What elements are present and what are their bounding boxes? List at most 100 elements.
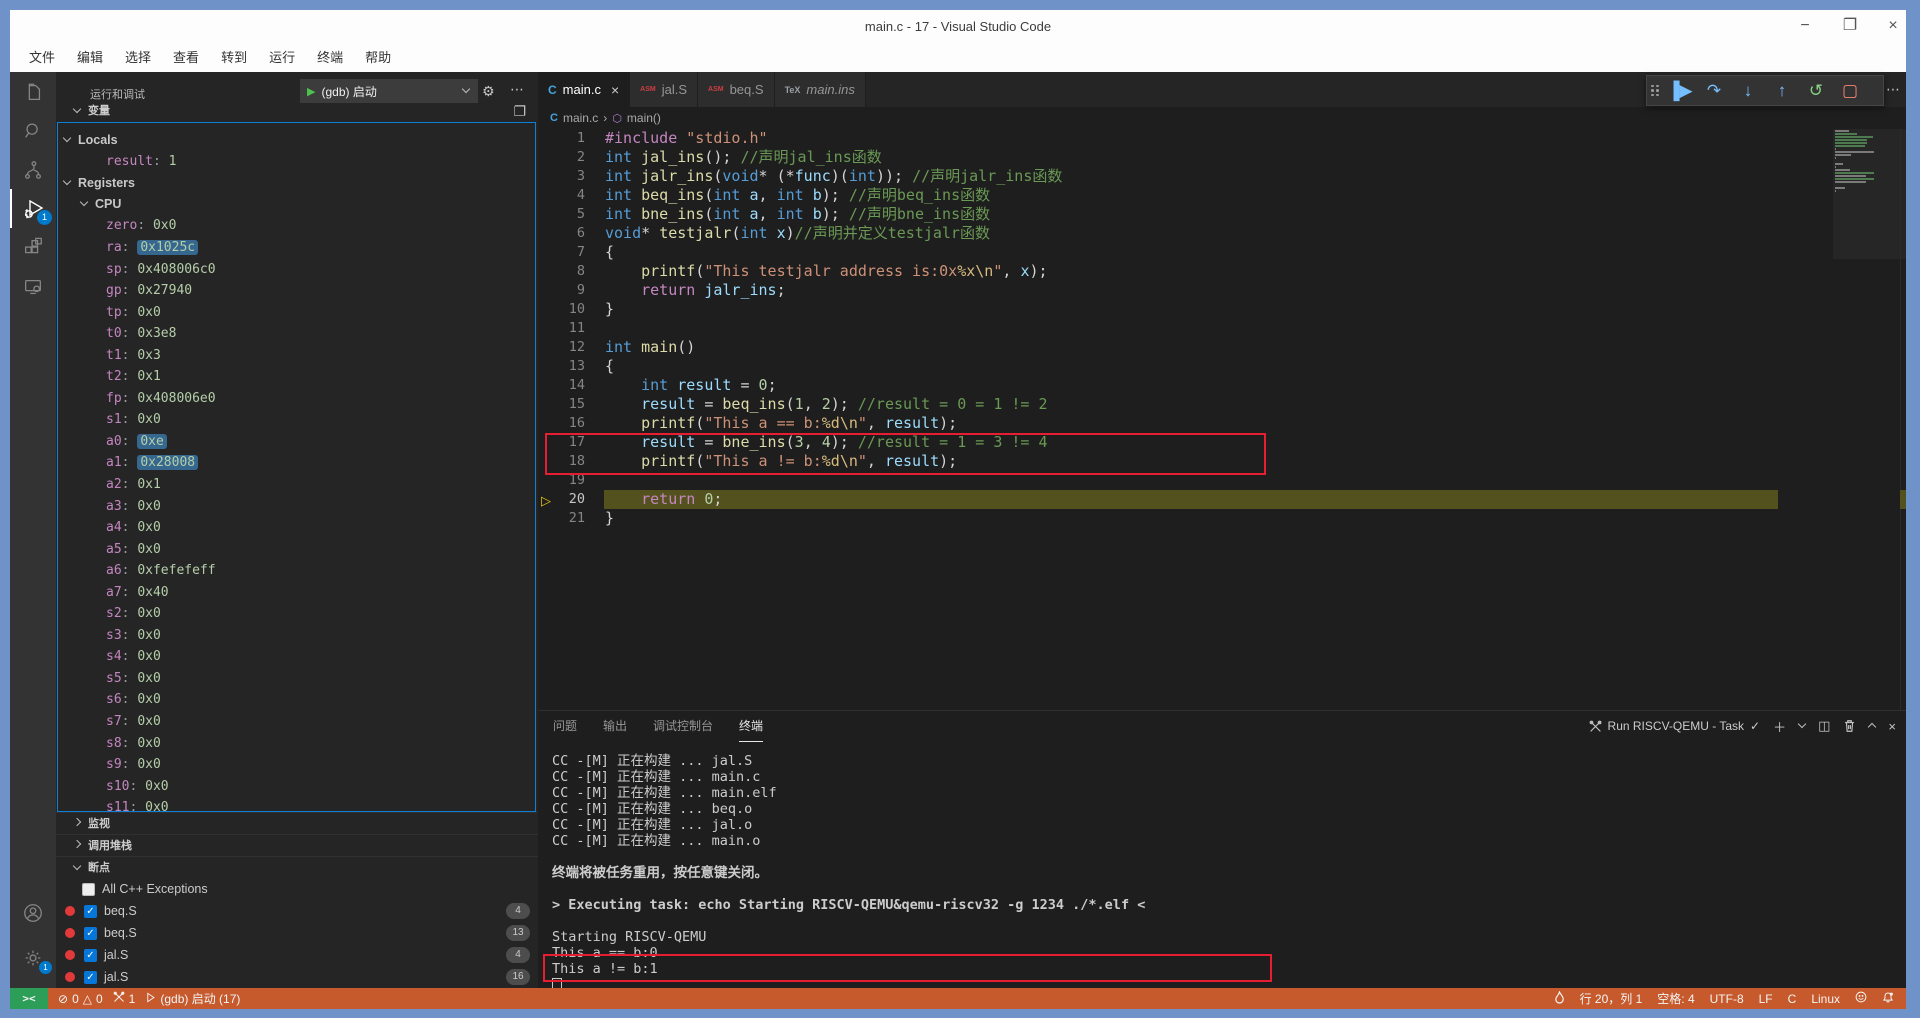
- register-row[interactable]: s10: 0x0: [58, 775, 535, 797]
- menu-item-终端[interactable]: 终端: [306, 44, 354, 72]
- checkbox-checked-icon[interactable]: ✓: [84, 949, 97, 962]
- variables-tree[interactable]: Localsresult: 1RegistersCPUzero: 0x0ra: …: [57, 122, 536, 812]
- register-row[interactable]: s2: 0x0: [58, 603, 535, 625]
- variables-section-header[interactable]: 变量 ❐: [56, 100, 538, 122]
- more-actions-icon[interactable]: ⋯: [510, 81, 524, 98]
- breakpoint-row[interactable]: ✓jal.S4: [56, 944, 538, 966]
- stop-icon[interactable]: ▢: [1835, 78, 1865, 104]
- register-row[interactable]: gp: 0x27940: [58, 280, 535, 302]
- terminal-dropdown-icon[interactable]: [1798, 720, 1806, 728]
- register-row[interactable]: fp: 0x408006e0: [58, 388, 535, 410]
- restore-button[interactable]: ❐: [1833, 10, 1867, 44]
- split-terminal-icon[interactable]: ◫: [1818, 718, 1830, 734]
- source-control-icon[interactable]: [10, 150, 56, 189]
- minimap[interactable]: [1833, 130, 1904, 330]
- register-row[interactable]: tp: 0x0: [58, 301, 535, 323]
- notifications-bell-icon[interactable]: [1882, 991, 1894, 1007]
- indentation-status[interactable]: 空格: 4: [1657, 990, 1694, 1007]
- register-row[interactable]: a5: 0x0: [58, 538, 535, 560]
- kill-terminal-trash-icon[interactable]: [1843, 719, 1856, 733]
- restart-icon[interactable]: ↺: [1801, 78, 1831, 104]
- eol-status[interactable]: LF: [1759, 992, 1773, 1006]
- register-row[interactable]: a6: 0xfefefeff: [58, 560, 535, 582]
- register-row[interactable]: t0: 0x3e8: [58, 323, 535, 345]
- cpu-group[interactable]: CPU: [58, 194, 535, 216]
- checkbox-checked-icon[interactable]: ✓: [84, 927, 97, 940]
- search-icon[interactable]: [10, 111, 56, 150]
- register-row[interactable]: s1: 0x0: [58, 409, 535, 431]
- remote-explorer-icon[interactable]: [10, 267, 56, 306]
- watch-section-header[interactable]: 监视: [56, 812, 538, 834]
- register-row[interactable]: ra: 0x1025c: [58, 237, 535, 259]
- step-out-icon[interactable]: ↑: [1767, 78, 1797, 104]
- local-variable-row[interactable]: result: 1: [58, 151, 535, 173]
- register-row[interactable]: a0: 0xe: [58, 431, 535, 453]
- debug-settings-gear-icon[interactable]: ⚙: [482, 83, 495, 100]
- extensions-icon[interactable]: [10, 228, 56, 267]
- register-row[interactable]: s8: 0x0: [58, 732, 535, 754]
- register-row[interactable]: s6: 0x0: [58, 689, 535, 711]
- maximize-panel-icon[interactable]: [1868, 723, 1876, 731]
- panel-tab-输出[interactable]: 输出: [603, 711, 627, 741]
- language-status[interactable]: C: [1788, 992, 1797, 1006]
- register-row[interactable]: s3: 0x0: [58, 625, 535, 647]
- menu-item-文件[interactable]: 文件: [18, 44, 66, 72]
- tab-beq.S[interactable]: ASMbeq.S: [698, 72, 775, 107]
- register-row[interactable]: s7: 0x0: [58, 711, 535, 733]
- register-row[interactable]: s4: 0x0: [58, 646, 535, 668]
- editor-more-icon[interactable]: ⋯: [1886, 81, 1900, 98]
- problems-status[interactable]: ⊘0 △0: [58, 992, 103, 1006]
- callstack-section-header[interactable]: 调用堆栈: [56, 834, 538, 856]
- menu-item-转到[interactable]: 转到: [210, 44, 258, 72]
- flame-icon[interactable]: [1554, 991, 1565, 1007]
- tab-jal.S[interactable]: ASMjal.S: [630, 72, 698, 107]
- terminal-task-selector[interactable]: Run RISCV-QEMU - Task ✓: [1589, 719, 1761, 733]
- debug-session-status[interactable]: (gdb) 启动 (17): [145, 990, 240, 1007]
- register-row[interactable]: a1: 0x28008: [58, 452, 535, 474]
- tab-main.ins[interactable]: TeXmain.ins: [775, 72, 866, 107]
- panel-tab-调试控制台[interactable]: 调试控制台: [653, 711, 713, 741]
- breakpoints-section-header[interactable]: 断点: [56, 856, 538, 878]
- register-row[interactable]: s5: 0x0: [58, 668, 535, 690]
- register-row[interactable]: a4: 0x0: [58, 517, 535, 539]
- feedback-icon[interactable]: [1855, 991, 1867, 1006]
- register-row[interactable]: a2: 0x1: [58, 474, 535, 496]
- new-terminal-icon[interactable]: ＋: [1773, 717, 1786, 736]
- locals-group[interactable]: Locals: [58, 129, 535, 151]
- register-row[interactable]: s9: 0x0: [58, 754, 535, 776]
- register-row[interactable]: s11: 0x0: [58, 797, 535, 812]
- register-row[interactable]: t1: 0x3: [58, 344, 535, 366]
- explorer-icon[interactable]: [10, 72, 56, 111]
- breakpoint-row[interactable]: ✓beq.S4: [56, 900, 538, 922]
- drag-handle-icon[interactable]: [1651, 85, 1659, 97]
- menu-item-编辑[interactable]: 编辑: [66, 44, 114, 72]
- register-row[interactable]: zero: 0x0: [58, 215, 535, 237]
- checkbox-checked-icon[interactable]: ✓: [84, 971, 97, 984]
- register-row[interactable]: a3: 0x0: [58, 495, 535, 517]
- encoding-status[interactable]: UTF-8: [1710, 992, 1744, 1006]
- minimize-button[interactable]: −: [1788, 10, 1822, 44]
- breakpoint-row[interactable]: ✓beq.S13: [56, 922, 538, 944]
- menu-item-帮助[interactable]: 帮助: [354, 44, 402, 72]
- checkbox-unchecked-icon[interactable]: [82, 883, 95, 896]
- breakpoint-row[interactable]: ✓jal.S16: [56, 966, 538, 988]
- register-row[interactable]: sp: 0x408006c0: [58, 258, 535, 280]
- os-status[interactable]: Linux: [1811, 992, 1840, 1006]
- checkbox-checked-icon[interactable]: ✓: [84, 905, 97, 918]
- running-tasks-status[interactable]: 1: [113, 991, 136, 1006]
- registers-group[interactable]: Registers: [58, 172, 535, 194]
- close-panel-icon[interactable]: ×: [1888, 719, 1896, 734]
- register-row[interactable]: t2: 0x1: [58, 366, 535, 388]
- step-into-icon[interactable]: ↓: [1733, 78, 1763, 104]
- cursor-position-status[interactable]: 行 20，列 1: [1580, 990, 1643, 1007]
- close-tab-icon[interactable]: ×: [611, 82, 619, 98]
- remote-indicator[interactable]: ><: [10, 988, 48, 1009]
- settings-gear-icon[interactable]: 1: [10, 938, 56, 977]
- breadcrumb[interactable]: C main.c › ⬡ main(): [550, 107, 661, 129]
- step-over-icon[interactable]: ↷: [1699, 78, 1729, 104]
- run-and-debug-icon[interactable]: 1: [10, 189, 56, 228]
- menu-item-查看[interactable]: 查看: [162, 44, 210, 72]
- continue-icon[interactable]: ▐▶: [1665, 78, 1695, 104]
- start-debug-icon[interactable]: ▶: [307, 85, 315, 98]
- menu-item-运行[interactable]: 运行: [258, 44, 306, 72]
